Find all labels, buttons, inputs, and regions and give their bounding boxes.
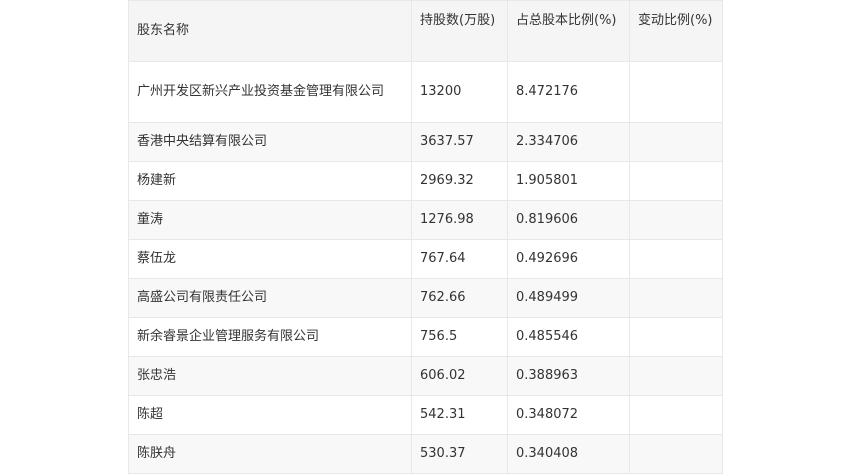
cell-name: 童涛	[128, 200, 412, 240]
cell-name: 高盛公司有限责任公司	[128, 278, 412, 318]
header-shares: 持股数(万股)	[411, 0, 508, 62]
cell-name: 陈朕舟	[128, 434, 412, 474]
cell-ratio: 8.472176	[507, 61, 630, 123]
header-ratio: 占总股本比例(%)	[507, 0, 630, 62]
cell-change	[629, 61, 723, 123]
cell-change	[629, 434, 723, 474]
cell-shares: 1276.98	[411, 200, 508, 240]
cell-ratio: 0.485546	[507, 317, 630, 357]
table-row: 高盛公司有限责任公司 762.66 0.489499	[128, 278, 723, 318]
cell-shares: 756.5	[411, 317, 508, 357]
cell-change	[629, 356, 723, 396]
cell-change	[629, 317, 723, 357]
cell-name: 蔡伍龙	[128, 239, 412, 279]
table-row: 陈朕舟 530.37 0.340408	[128, 434, 723, 474]
cell-change	[629, 200, 723, 240]
cell-shares: 3637.57	[411, 122, 508, 162]
cell-change	[629, 278, 723, 318]
cell-shares: 762.66	[411, 278, 508, 318]
cell-ratio: 1.905801	[507, 161, 630, 201]
table-row: 广州开发区新兴产业投资基金管理有限公司 13200 8.472176	[128, 61, 723, 123]
cell-change	[629, 122, 723, 162]
table-row: 新余睿景企业管理服务有限公司 756.5 0.485546	[128, 317, 723, 357]
cell-ratio: 0.388963	[507, 356, 630, 396]
table-row: 张忠浩 606.02 0.388963	[128, 356, 723, 396]
table-row: 蔡伍龙 767.64 0.492696	[128, 239, 723, 279]
cell-ratio: 0.348072	[507, 395, 630, 435]
table-row: 童涛 1276.98 0.819606	[128, 200, 723, 240]
table-header-row: 股东名称 持股数(万股) 占总股本比例(%) 变动比例(%)	[128, 0, 723, 62]
cell-shares: 767.64	[411, 239, 508, 279]
cell-ratio: 0.489499	[507, 278, 630, 318]
cell-change	[629, 239, 723, 279]
table-row: 陈超 542.31 0.348072	[128, 395, 723, 435]
cell-name: 陈超	[128, 395, 412, 435]
table-row: 香港中央结算有限公司 3637.57 2.334706	[128, 122, 723, 162]
header-change: 变动比例(%)	[629, 0, 723, 62]
cell-shares: 606.02	[411, 356, 508, 396]
shareholder-table-container: 股东名称 持股数(万股) 占总股本比例(%) 变动比例(%) 广州开发区新兴产业…	[128, 0, 723, 474]
cell-shares: 2969.32	[411, 161, 508, 201]
cell-name: 张忠浩	[128, 356, 412, 396]
cell-ratio: 0.492696	[507, 239, 630, 279]
cell-change	[629, 161, 723, 201]
table-row: 杨建新 2969.32 1.905801	[128, 161, 723, 201]
cell-name: 香港中央结算有限公司	[128, 122, 412, 162]
cell-ratio: 0.819606	[507, 200, 630, 240]
cell-name: 广州开发区新兴产业投资基金管理有限公司	[128, 61, 412, 123]
cell-shares: 542.31	[411, 395, 508, 435]
cell-shares: 530.37	[411, 434, 508, 474]
cell-ratio: 2.334706	[507, 122, 630, 162]
shareholder-table: 股东名称 持股数(万股) 占总股本比例(%) 变动比例(%) 广州开发区新兴产业…	[128, 0, 723, 474]
cell-name: 新余睿景企业管理服务有限公司	[128, 317, 412, 357]
cell-name: 杨建新	[128, 161, 412, 201]
header-shareholder-name: 股东名称	[128, 0, 412, 62]
cell-ratio: 0.340408	[507, 434, 630, 474]
cell-shares: 13200	[411, 61, 508, 123]
cell-change	[629, 395, 723, 435]
